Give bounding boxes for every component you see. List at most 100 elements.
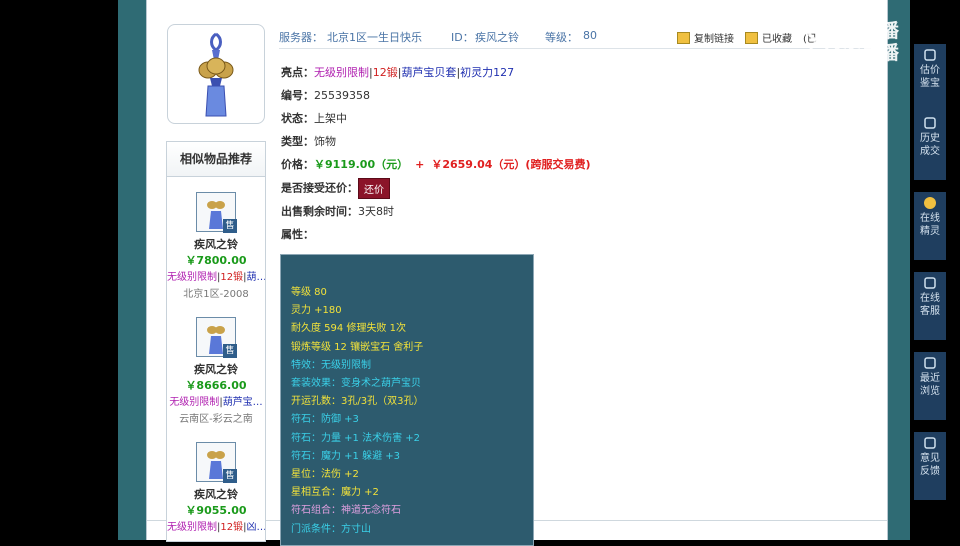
price-label: 价格： — [281, 158, 314, 171]
id-label: ID： — [451, 31, 474, 44]
similar-item-server: 云南区-彩云之南 — [179, 414, 253, 425]
remaining-time-label: 出售剩余时间： — [281, 205, 358, 218]
level-label: 等级： — [545, 31, 578, 44]
sale-badge: 售 — [223, 344, 237, 358]
cc-live-watermark: CC直播 CC直播 — [805, 14, 955, 66]
similar-item-server: 北京1区-2008 — [183, 289, 249, 300]
item-main-image — [167, 24, 265, 124]
copy-link-icon — [677, 31, 690, 44]
highlight-tag: 葫芦宝贝套 — [401, 66, 457, 79]
highlight-tag: 无级别限制 — [314, 66, 369, 79]
similar-item[interactable]: 售 疾风之铃 ￥7800.00 无级别限制|12锻|葫… 北京1区-2008 — [167, 192, 265, 300]
type-row: 类型：饰物 — [281, 133, 336, 149]
counter-offer-button[interactable]: 还价 — [358, 178, 390, 199]
highlight-tag: 初灵力127 — [460, 66, 515, 79]
attributes-label: 属性： — [281, 228, 314, 241]
sidebar-button-label: 精灵 — [920, 226, 940, 237]
server-value: 北京1区一生日快乐 — [327, 31, 422, 44]
attribute-line: 套装效果：变身术之葫芦宝贝 — [291, 378, 421, 389]
highlights-row: 亮点：无级别限制|12锻|葫芦宝贝套|初灵力127 — [281, 66, 515, 79]
price-value: ￥9119.00（元） — [314, 158, 409, 171]
attribute-line: 符石：魔力 +1 躲避 +3 — [291, 450, 401, 462]
favorite-icon — [745, 31, 758, 44]
level-value: 80 — [583, 29, 597, 42]
sidebar-button-label: 意见 — [920, 453, 940, 464]
sidebar-button-label: 在线 — [920, 213, 940, 224]
sidebar-button[interactable]: 意见 反馈 — [914, 432, 946, 500]
avatar-icon — [924, 197, 936, 209]
item-detail-panel: 相似物品推荐 售 疾风之铃 ￥7800.00 无级别限制|12锻|葫… 北京1区… — [146, 0, 888, 546]
id-value: 疾风之铃 — [475, 31, 519, 44]
similar-item-thumb[interactable]: 售 — [196, 192, 237, 233]
attribute-line: 灵力 +180 — [291, 305, 342, 317]
similar-item-tags: 无级别限制|12锻|葫… — [167, 272, 265, 283]
attribute-line: 特效：无级别限制 — [291, 359, 371, 371]
favorite-button[interactable]: 已收藏 — [745, 30, 792, 45]
sidebar-button[interactable]: 最近 浏览 — [914, 352, 946, 420]
sidebar-button-label: 浏览 — [920, 386, 940, 397]
similar-item-tags: 无级别限制|葫芦宝… — [169, 397, 263, 408]
sidebar-button-label: 历史 — [920, 133, 940, 144]
price-plus: + — [415, 158, 425, 171]
similar-item[interactable]: 售 疾风之铃 ￥9055.00 无级别限制|12锻|凶… — [167, 442, 265, 533]
attribute-line: 耐久度 594 修理失败 1次 — [291, 323, 406, 335]
number-row: 编号：25539358 — [281, 87, 370, 103]
item-header-bar: 服务器： 北京1区一生日快乐 ID： 疾风之铃 等级： 80 复制链接 已收藏 … — [279, 26, 871, 49]
type-label: 类型： — [281, 135, 314, 148]
sidebar-button-label: 最近 — [920, 373, 940, 384]
similar-item-thumb[interactable]: 售 — [196, 442, 237, 483]
clock-icon — [924, 357, 936, 369]
number-label: 编号： — [281, 89, 314, 102]
sidebar-button-label: 成交 — [920, 146, 940, 157]
favorite-label: 已收藏 — [762, 34, 792, 45]
shield-icon — [924, 117, 936, 129]
attribute-line: 等级 80 — [291, 287, 327, 298]
headset-icon — [924, 277, 936, 289]
copy-link-label: 复制链接 — [694, 34, 734, 45]
counter-offer-label: 是否接受还价： — [281, 181, 358, 195]
attribute-line: 门派条件：方寸山 — [291, 523, 371, 535]
highlight-tag: 12锻 — [372, 66, 398, 79]
status-label: 状态： — [281, 112, 314, 125]
status-value: 上架中 — [314, 112, 347, 125]
attribute-line: 开运孔数：3孔/3孔（双3孔） — [291, 396, 424, 408]
sidebar-button[interactable]: 在线 客服 — [914, 272, 946, 340]
similar-item-name[interactable]: 疾风之铃 — [167, 236, 265, 252]
similar-items-title: 相似物品推荐 — [167, 142, 265, 177]
similar-item-price: ￥8666.00 — [185, 379, 247, 392]
attribute-line: 星相互合：魔力 +2 — [291, 487, 379, 499]
similar-item-tags: 无级别限制|12锻|凶… — [167, 522, 265, 533]
similar-items-panel: 相似物品推荐 售 疾风之铃 ￥7800.00 无级别限制|12锻|葫… 北京1区… — [166, 141, 266, 542]
sidebar-button-label: 鉴宝 — [920, 78, 940, 89]
sale-badge: 售 — [223, 219, 237, 233]
attribute-line: 符石组合：神道无念符石 — [291, 505, 401, 517]
sidebar-button-label: 客服 — [920, 306, 940, 317]
similar-item-thumb[interactable]: 售 — [196, 317, 237, 358]
sale-badge: 售 — [223, 469, 237, 483]
remaining-time-row: 出售剩余时间：3天8时 — [281, 203, 394, 219]
attributes-box: 等级 80 灵力 +180 耐久度 594 修理失败 1次 锻炼等级 12 镶嵌宝石 … — [280, 254, 534, 546]
sidebar-button-label: 在线 — [920, 293, 940, 304]
cc-logo-icon — [807, 18, 831, 60]
bell-tassel-icon — [198, 32, 234, 117]
type-value: 饰物 — [314, 135, 336, 148]
counter-offer-row: 是否接受还价： 还价 — [281, 178, 390, 199]
attributes-row: 属性： — [281, 226, 314, 242]
similar-item-price: ￥7800.00 — [185, 254, 247, 267]
attribute-line: 符石：防御 +3 — [291, 414, 359, 426]
sidebar-button[interactable]: 在线 精灵 — [914, 192, 946, 260]
price-row: 价格：￥9119.00（元） + ￥2659.04（元）(跨服交易费) — [281, 156, 590, 172]
remaining-time-value: 3天8时 — [358, 205, 394, 218]
attribute-line: 符石：力量 +1 法术伤害 +2 — [291, 432, 421, 444]
sidebar-button-label: 反馈 — [920, 466, 940, 477]
number-value: 25539358 — [314, 89, 370, 102]
server-label: 服务器： — [279, 31, 323, 44]
similar-item[interactable]: 售 疾风之铃 ￥8666.00 无级别限制|葫芦宝… 云南区-彩云之南 — [167, 317, 265, 425]
similar-item-name[interactable]: 疾风之铃 — [167, 486, 265, 502]
similar-item-name[interactable]: 疾风之铃 — [167, 361, 265, 377]
status-row: 状态：上架中 — [281, 110, 347, 126]
fee-value: ￥2659.04（元）(跨服交易费) — [431, 158, 591, 171]
sidebar-button[interactable]: 历史 成交 — [914, 112, 946, 180]
watermark-text: CC直播 — [833, 42, 899, 64]
copy-link-button[interactable]: 复制链接 — [677, 30, 734, 45]
